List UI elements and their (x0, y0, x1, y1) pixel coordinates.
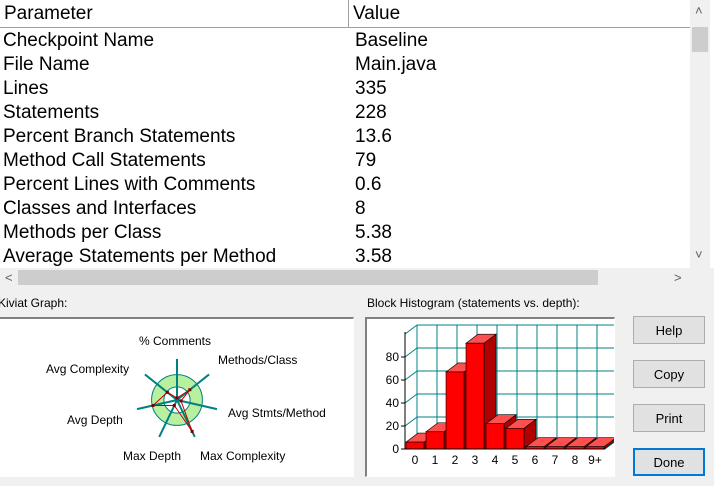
kiviat-label-avg-complexity: Avg Complexity (46, 362, 129, 376)
histogram-gridline-diagonal (404, 324, 418, 335)
kiviat-label-max-complexity: Max Complexity (200, 449, 285, 463)
value-cell: 228 (355, 102, 387, 123)
histogram-x-tick-label: 0 (412, 453, 419, 467)
kiviat-graph-label: Kiviat Graph: (0, 296, 68, 310)
scrollbar-corner (690, 268, 714, 287)
value-cell: 8 (355, 198, 366, 219)
column-header-value[interactable]: Value (349, 0, 690, 27)
parameter-cell: Percent Branch Statements (3, 126, 236, 147)
histogram-gridline-diagonal (404, 347, 418, 358)
scroll-up-arrow-icon[interactable]: ˄ (695, 4, 703, 17)
parameter-cell: Classes and Interfaces (3, 198, 197, 219)
table-row[interactable]: Method Call Statements 79 (0, 148, 690, 172)
kiviat-value-point (179, 399, 183, 403)
done-button[interactable]: Done (633, 448, 705, 476)
vertical-scroll-thumb[interactable] (692, 27, 708, 52)
parameter-cell: File Name (3, 54, 90, 75)
parameter-cell: Methods per Class (3, 222, 162, 243)
histogram-y-tick-labels: 0 20 40 60 80 (386, 350, 405, 456)
histogram-x-tick-label: 5 (512, 453, 519, 467)
parameter-cell: Statements (3, 102, 100, 123)
histogram-y-tick-label: 0 (392, 442, 399, 456)
kiviat-value-point (172, 404, 176, 408)
kiviat-value-point (175, 396, 179, 400)
scroll-right-arrow-icon[interactable]: > (674, 271, 682, 284)
table-row[interactable]: Percent Lines with Comments 0.6 (0, 172, 690, 196)
block-histogram-chart: 020406080 0 1 2 3 4 5 6 7 8 9+ (386, 324, 618, 467)
table-row[interactable]: Classes and Interfaces 8 (0, 196, 690, 220)
kiviat-label-avg-stmts-per-method: Avg Stmts/Method (228, 406, 326, 420)
histogram-gridline-diagonal (404, 370, 418, 381)
value-cell: 79 (355, 150, 377, 171)
horizontal-scroll-thumb[interactable] (18, 270, 598, 285)
kiviat-value-point (151, 403, 155, 407)
histogram-y-tick-label: 40 (386, 396, 400, 410)
table-row[interactable]: Methods per Class 5.38 (0, 220, 690, 244)
scroll-left-arrow-icon[interactable]: < (5, 271, 13, 284)
help-button[interactable]: Help (633, 316, 705, 344)
parameter-cell: Average Statements per Method (3, 246, 277, 267)
kiviat-label-avg-depth: Avg Depth (67, 413, 123, 427)
histogram-x-tick-label: 2 (452, 453, 459, 467)
histogram-x-tick-label: 4 (492, 453, 499, 467)
histogram-y-tick-label: 60 (386, 373, 400, 387)
block-histogram-label: Block Histogram (statements vs. depth): (367, 296, 580, 310)
print-button[interactable]: Print (633, 404, 705, 432)
kiviat-label-max-depth: Max Depth (123, 449, 181, 463)
histogram-x-tick-label: 9+ (588, 453, 602, 467)
histogram-x-tick-label: 6 (532, 453, 539, 467)
histogram-x-tick-label: 3 (472, 453, 479, 467)
copy-button[interactable]: Copy (633, 360, 705, 388)
kiviat-graph-panel: % Comments Methods/Class Avg Stmts/Metho… (0, 317, 354, 477)
histogram-y-tick-label: 80 (386, 350, 400, 364)
kiviat-label-methods-per-class: Methods/Class (218, 353, 297, 367)
histogram-x-tick-label: 7 (552, 453, 559, 467)
kiviat-value-point (188, 388, 192, 392)
table-row[interactable]: Average Statements per Method 3.58 (0, 244, 690, 268)
parameter-cell: Method Call Statements (3, 150, 206, 171)
table-row[interactable]: Lines 335 (0, 76, 690, 100)
value-cell: Main.java (355, 54, 437, 75)
histogram-y-tick-label: 20 (386, 419, 400, 433)
table-row[interactable]: Statements 228 (0, 100, 690, 124)
horizontal-scrollbar[interactable]: < > (0, 268, 690, 287)
block-histogram-panel: 0 20 40 60 80 0 1 2 3 4 5 6 7 8 9+ (365, 317, 618, 477)
value-cell: 13.6 (355, 126, 392, 147)
kiviat-graph: % Comments Methods/Class Avg Stmts/Metho… (46, 334, 326, 463)
value-cell: 0.6 (355, 174, 382, 195)
table-row[interactable]: File Name Main.java (0, 52, 690, 76)
value-cell: 3.58 (355, 246, 392, 267)
parameter-cell: Checkpoint Name (3, 30, 155, 51)
histogram-x-tick-label: 1 (432, 453, 439, 467)
vertical-scrollbar[interactable]: ˄ ˅ (690, 0, 710, 268)
parameter-cell: Lines (3, 78, 49, 99)
parameter-cell: Percent Lines with Comments (3, 174, 256, 195)
histogram-x-tick-label: 8 (572, 453, 579, 467)
value-cell: 335 (355, 78, 387, 99)
table-row[interactable]: Checkpoint Name Baseline (0, 28, 690, 52)
kiviat-value-point (165, 390, 169, 394)
kiviat-label-comments: % Comments (139, 334, 211, 348)
table-rows: Checkpoint Name Baseline File Name Main.ja… (0, 28, 690, 268)
value-cell: Baseline (355, 30, 428, 51)
histogram-gridline-diagonal (404, 416, 418, 427)
table-row[interactable]: Percent Branch Statements 13.6 (0, 124, 690, 148)
parameters-table: Parameter Value Checkpoint Name Baseline … (0, 0, 714, 287)
column-header-parameter[interactable]: Parameter (0, 0, 349, 27)
value-cell: 5.38 (355, 222, 392, 243)
table-header: Parameter Value (0, 0, 690, 28)
histogram-gridline-diagonal (404, 393, 418, 404)
kiviat-value-point (190, 429, 194, 433)
scroll-down-arrow-icon[interactable]: ˅ (695, 248, 703, 261)
histogram-x-tick-labels: 0 1 2 3 4 5 6 7 8 9+ (412, 453, 602, 467)
